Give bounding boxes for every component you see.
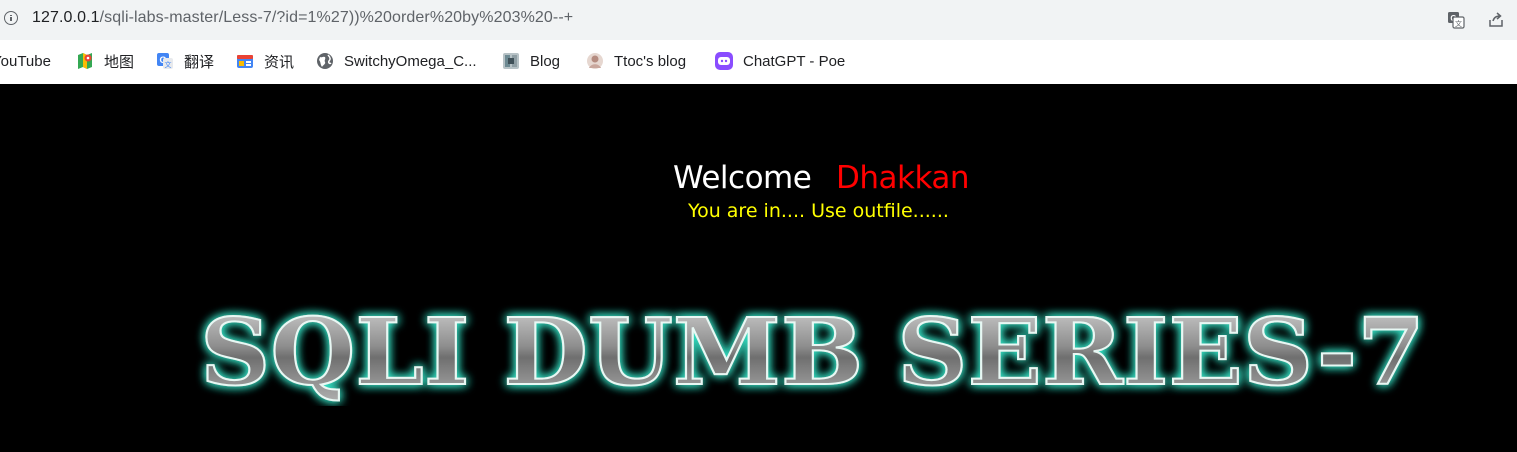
bookmark-label: Blog <box>530 52 561 70</box>
bookmark-translate[interactable]: G 文 翻译 <box>156 51 214 71</box>
welcome-text: Welcome <box>673 160 812 196</box>
bookmark-label: 地图 <box>104 53 135 71</box>
bookmark-chatgpt-poe[interactable]: ChatGPT - Poe <box>715 51 845 71</box>
translate-icon: G 文 <box>157 53 173 69</box>
bookmark-ttoc-blog[interactable]: Ttoc's blog <box>586 51 686 71</box>
bookmark-label: ChatGPT - Poe <box>743 52 846 70</box>
banner-text: SQLI DUMB SERIES-7 <box>200 298 1425 406</box>
username-text: Dhakkan <box>836 160 970 196</box>
banner-title: SQLI DUMB SERIES-7 <box>199 297 1426 406</box>
info-icon[interactable] <box>4 11 18 25</box>
blog-icon <box>503 53 519 69</box>
address-bar[interactable]: 127.0.0.1/sqli-labs-master/Less-7/?id=1%… <box>0 0 1517 40</box>
bookmark-news[interactable]: 资讯 <box>236 51 294 71</box>
status-message: You are in.... Use outfile...... <box>688 200 949 222</box>
bookmark-label: YouTube <box>0 52 51 70</box>
avatar-icon <box>587 53 603 69</box>
bookmark-label: 翻译 <box>184 53 215 71</box>
globe-icon <box>317 53 333 69</box>
bookmark-blog[interactable]: Blog <box>502 51 560 71</box>
maps-icon <box>78 53 92 69</box>
bookmark-maps[interactable]: 地图 <box>76 51 134 71</box>
news-icon <box>237 55 253 68</box>
bookmark-label: Ttoc's blog <box>614 52 687 70</box>
url-path: /sqli-labs-master/Less-7/?id=1%27))%20or… <box>99 9 574 26</box>
bookmark-label: SwitchyOmega_C... <box>344 52 477 70</box>
svg-text:文: 文 <box>1455 19 1462 28</box>
svg-text:文: 文 <box>165 60 172 69</box>
translate-icon[interactable]: G 文 <box>1447 11 1465 29</box>
url-text[interactable]: 127.0.0.1/sqli-labs-master/Less-7/?id=1%… <box>32 9 573 27</box>
bookmark-switchyomega[interactable]: SwitchyOmega_C... <box>316 51 477 71</box>
poe-icon <box>715 52 733 70</box>
browser-chrome: 127.0.0.1/sqli-labs-master/Less-7/?id=1%… <box>0 0 1517 84</box>
url-host: 127.0.0.1 <box>32 9 100 26</box>
share-icon[interactable] <box>1487 11 1505 29</box>
bookmark-youtube[interactable]: YouTube <box>0 51 51 71</box>
bookmarks-bar: YouTube 地图 G 文 翻译 <box>0 44 1517 78</box>
bookmark-label: 资讯 <box>264 53 295 71</box>
